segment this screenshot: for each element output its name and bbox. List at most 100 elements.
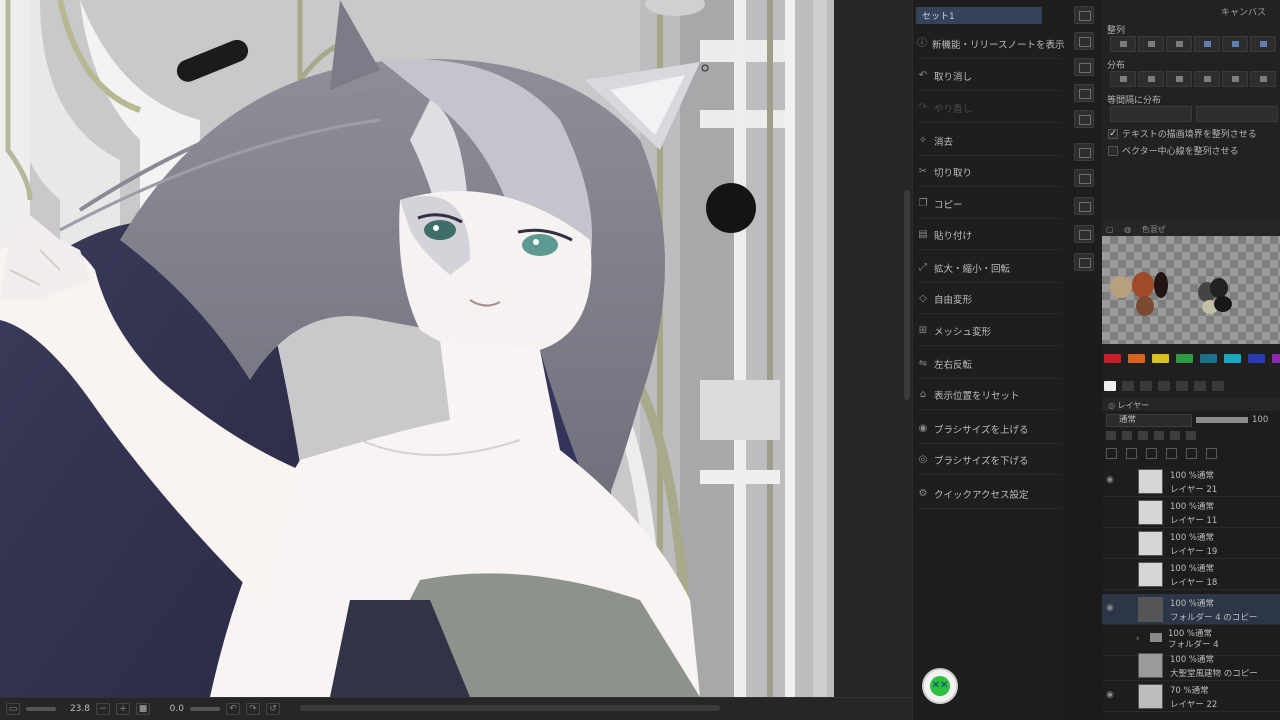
folder-icon[interactable]: [1074, 32, 1094, 50]
menu-item-release-notes[interactable]: ⓘ 新機能・リリースノートを表示: [917, 29, 1065, 59]
menu-item-copy[interactable]: ❐ コピー: [917, 189, 1061, 219]
folder-icon[interactable]: [1074, 6, 1094, 24]
pen-icon[interactable]: [1176, 381, 1188, 391]
equal-spacing-vertical-button[interactable]: [1196, 106, 1278, 122]
layer-list-icon[interactable]: [1106, 448, 1117, 459]
fit-icon[interactable]: ■: [136, 703, 150, 715]
merge-down-icon[interactable]: [1186, 448, 1197, 459]
menu-item-clear[interactable]: ✧ 消去: [917, 126, 1061, 156]
menu-item-undo[interactable]: ↶ 取り消し: [917, 61, 1061, 91]
tab-icon[interactable]: ▢: [1106, 225, 1114, 234]
layer-row[interactable]: ◉ 100 %通常 レイヤー 21: [1102, 466, 1280, 497]
rotate-left-icon[interactable]: ↶: [226, 703, 240, 715]
fill-icon[interactable]: [1194, 381, 1206, 391]
delete-layer-icon[interactable]: [1206, 448, 1217, 459]
folder-icon[interactable]: [1074, 110, 1094, 128]
drawing-canvas[interactable]: [0, 0, 834, 697]
layer-property-tab[interactable]: ◎: [1108, 401, 1118, 410]
text-bounds-checkbox[interactable]: ✓ テキストの描画境界を整列させる: [1108, 127, 1257, 140]
visibility-eye-icon[interactable]: [1106, 539, 1116, 546]
mask-icon[interactable]: [1186, 431, 1196, 440]
rotate-right-icon[interactable]: ↷: [246, 703, 260, 715]
new-raster-layer-icon[interactable]: [1126, 448, 1137, 459]
visibility-eye-icon[interactable]: ◉: [1106, 604, 1116, 613]
menu-item-free-transform[interactable]: ◇ 自由変形: [917, 284, 1061, 314]
align-left-button[interactable]: [1110, 36, 1136, 52]
distribute-top-button[interactable]: [1194, 71, 1220, 87]
pencil-icon[interactable]: [1212, 381, 1224, 391]
folder-icon[interactable]: [1074, 197, 1094, 215]
align-middle-button[interactable]: [1222, 36, 1248, 52]
menu-item-mesh-transform[interactable]: ⊞ メッシュ変形: [917, 316, 1061, 346]
swatch-teal[interactable]: [1200, 354, 1217, 363]
menu-item-scale-rotate[interactable]: ⤢ 拡大・縮小・回転: [917, 253, 1061, 283]
opacity-value[interactable]: 100: [1252, 415, 1268, 425]
layer-row-selected[interactable]: ◉ 100 %通常 フォルダー 4 のコピー: [1102, 594, 1280, 625]
folder-icon[interactable]: [1074, 84, 1094, 102]
blend-mode-select[interactable]: 通常: [1106, 413, 1192, 427]
align-top-button[interactable]: [1194, 36, 1220, 52]
avatar[interactable]: ✕✕: [922, 668, 958, 704]
visibility-eye-icon[interactable]: [1106, 661, 1116, 668]
folder-icon[interactable]: [1074, 169, 1094, 187]
rotate-reset-icon[interactable]: ↺: [266, 703, 280, 715]
horizontal-scrollbar[interactable]: [300, 705, 720, 711]
menu-item-cut[interactable]: ✂ 切り取り: [917, 157, 1061, 187]
navigator-toggle-icon[interactable]: ▭: [6, 703, 20, 715]
vertical-scrollbar[interactable]: [904, 190, 910, 400]
lock-transparency-icon[interactable]: [1170, 431, 1180, 440]
menu-item-reset-view[interactable]: ⌂ 表示位置をリセット: [917, 380, 1061, 410]
swatch-yellow[interactable]: [1152, 354, 1169, 363]
tab-icon[interactable]: ◍: [1124, 225, 1131, 234]
brush-icon[interactable]: [1140, 381, 1152, 391]
layer-row[interactable]: 100 %通常 レイヤー 11: [1102, 497, 1280, 528]
distribute-left-button[interactable]: [1110, 71, 1136, 87]
distribute-bottom-button[interactable]: [1250, 71, 1276, 87]
menu-item-brush-size-up[interactable]: ◉ ブラシサイズを上げる: [917, 414, 1061, 444]
visibility-eye-icon[interactable]: [1106, 508, 1116, 515]
equal-spacing-horizontal-button[interactable]: [1110, 106, 1192, 122]
distribute-center-button[interactable]: [1138, 71, 1164, 87]
color-mixing-area[interactable]: [1102, 236, 1280, 344]
opacity-slider[interactable]: [1196, 417, 1248, 423]
folder-icon[interactable]: [1074, 253, 1094, 271]
rotation-slider[interactable]: [190, 707, 220, 711]
new-vector-layer-icon[interactable]: [1146, 448, 1157, 459]
swatch-cyan[interactable]: [1224, 354, 1241, 363]
swatch-green[interactable]: [1176, 354, 1193, 363]
swatch-purple[interactable]: [1272, 354, 1280, 363]
folder-icon[interactable]: [1074, 225, 1094, 243]
menu-item-paste[interactable]: ▤ 貼り付け: [917, 220, 1061, 250]
reference-icon[interactable]: [1122, 431, 1132, 440]
eyedropper-icon[interactable]: [1122, 381, 1134, 391]
distribute-right-button[interactable]: [1166, 71, 1192, 87]
lock-icon[interactable]: [1154, 431, 1164, 440]
command-set-tab[interactable]: セット1: [916, 7, 1042, 24]
close-icon[interactable]: [1074, 58, 1094, 76]
layer-row[interactable]: 100 %通常 大聖堂風建物 のコピー: [1102, 650, 1280, 681]
menu-item-flip-horizontal[interactable]: ⇋ 左右反転: [917, 349, 1061, 379]
visibility-eye-icon[interactable]: ◉: [1106, 691, 1116, 700]
menu-item-brush-size-down[interactable]: ◎ ブラシサイズを下げる: [917, 445, 1061, 475]
zoom-value[interactable]: 23.8: [62, 704, 90, 714]
eraser-icon[interactable]: [1158, 381, 1170, 391]
chevron-right-icon[interactable]: ›: [1136, 634, 1140, 644]
folder-icon[interactable]: [1074, 143, 1094, 161]
menu-item-quick-access-settings[interactable]: ⚙ クイックアクセス設定: [917, 479, 1061, 509]
zoom-out-icon[interactable]: −: [96, 703, 110, 715]
layer-row[interactable]: 100 %通常 レイヤー 19: [1102, 528, 1280, 559]
swatch-orange[interactable]: [1128, 354, 1145, 363]
align-center-button[interactable]: [1138, 36, 1164, 52]
zoom-slider[interactable]: [26, 707, 56, 711]
visibility-eye-icon[interactable]: [1106, 570, 1116, 577]
layer-row[interactable]: ◉ 70 %通常 レイヤー 22: [1102, 681, 1280, 712]
zoom-in-icon[interactable]: +: [116, 703, 130, 715]
tab-color-mixing[interactable]: 色混ぜ: [1142, 225, 1166, 234]
new-folder-icon[interactable]: [1166, 448, 1177, 459]
clip-icon[interactable]: [1106, 431, 1116, 440]
vector-center-checkbox[interactable]: ベクター中心線を整列させる: [1108, 144, 1239, 157]
color-chip-icon[interactable]: [1104, 381, 1116, 391]
align-bottom-button[interactable]: [1250, 36, 1276, 52]
visibility-eye-icon[interactable]: ◉: [1106, 476, 1116, 485]
layer-row[interactable]: 100 %通常 レイヤー 18: [1102, 559, 1280, 590]
